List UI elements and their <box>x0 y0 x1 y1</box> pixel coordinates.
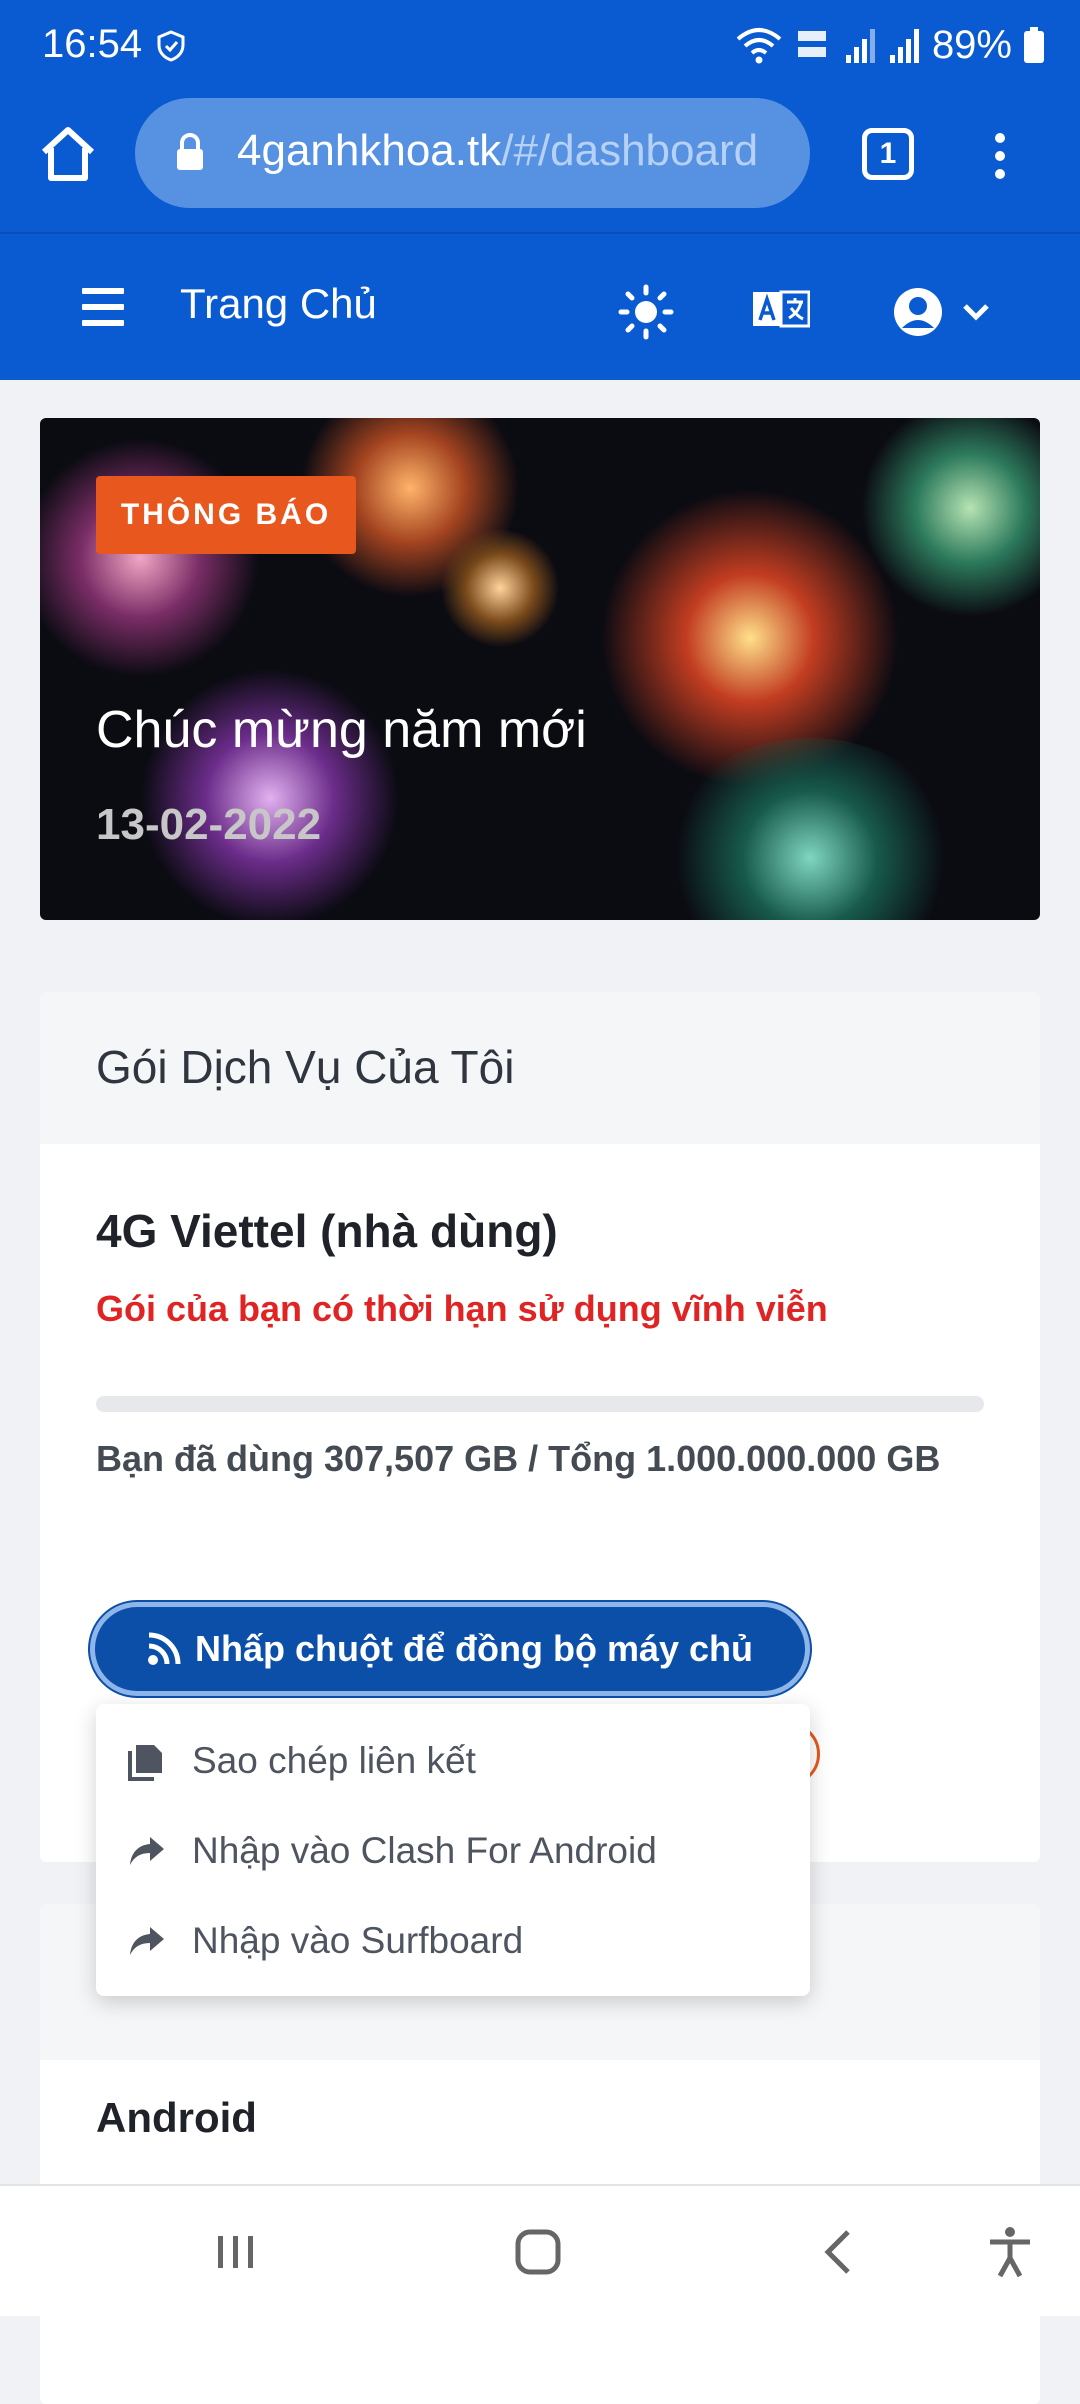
page-title: Trang Chủ <box>180 280 377 327</box>
recent-apps-icon[interactable] <box>206 2222 266 2282</box>
dropdown-item-copy-link[interactable]: Sao chép liên kết <box>96 1716 810 1806</box>
battery-icon <box>1024 27 1044 63</box>
home-icon[interactable] <box>36 122 100 186</box>
notice-title: Chúc mừng năm mới <box>96 701 587 759</box>
copy-icon <box>128 1745 162 1781</box>
user-avatar-icon <box>894 288 942 336</box>
sync-dropdown-menu: Sao chép liên kết Nhập vào Clash For And… <box>96 1704 810 1996</box>
status-time: 16:54 <box>42 22 143 66</box>
volte-icon <box>797 31 826 57</box>
address-bar[interactable]: 4ganhkhoa.tk/#/dashboard <box>135 98 810 208</box>
service-card-heading: Gói Dịch Vụ Của Tôi <box>40 992 1040 1144</box>
tabs-button[interactable]: 1 <box>862 128 914 180</box>
back-icon[interactable] <box>810 2222 870 2282</box>
home-nav-icon[interactable] <box>508 2222 568 2282</box>
usage-progress-bar <box>96 1396 984 1412</box>
hamburger-menu-icon[interactable] <box>82 288 124 326</box>
share-icon <box>130 1927 164 1955</box>
battery-percent: 89% <box>931 22 1012 67</box>
notice-badge: THÔNG BÁO <box>96 476 356 554</box>
dropdown-item-surfboard[interactable]: Nhập vào Surfboard <box>96 1896 810 1986</box>
plan-name: 4G Viettel (nhà dùng) <box>96 1205 558 1257</box>
wifi-icon <box>736 28 782 64</box>
dropdown-item-clash[interactable]: Nhập vào Clash For Android <box>96 1806 810 1896</box>
signal-icon <box>845 29 875 63</box>
share-icon <box>130 1837 164 1865</box>
lock-icon <box>177 133 203 170</box>
accessibility-icon[interactable] <box>980 2222 1040 2282</box>
user-menu[interactable] <box>890 284 994 340</box>
rss-icon <box>148 1632 181 1665</box>
sync-server-button[interactable]: Nhấp chuột để đồng bộ máy chủ <box>90 1602 810 1696</box>
usage-text: Bạn đã dùng 307,507 GB / Tổng 1.000.000.… <box>96 1438 941 1479</box>
status-bar: 16:54 89% <box>0 0 1080 92</box>
url-text: 4ganhkhoa.tk/#/dashboard <box>237 126 759 175</box>
plan-validity: Gói của bạn có thời hạn sử dụng vĩnh viễ… <box>96 1288 828 1329</box>
notice-banner[interactable]: THÔNG BÁO Chúc mừng năm mới 13-02-2022 <box>40 418 1040 920</box>
translate-icon[interactable] <box>752 290 810 328</box>
chevron-down-icon <box>963 304 989 321</box>
dropdown-item-label: Nhập vào Clash For Android <box>192 1830 657 1871</box>
dropdown-item-label: Nhập vào Surfboard <box>192 1920 524 1961</box>
system-nav-bar <box>0 2184 1080 2316</box>
sun-icon[interactable] <box>618 284 674 340</box>
browser-toolbar: 4ganhkhoa.tk/#/dashboard 1 <box>0 92 1080 232</box>
shield-icon <box>157 30 185 62</box>
notice-date: 13-02-2022 <box>96 800 322 849</box>
sync-button-label: Nhấp chuột để đồng bộ máy chủ <box>195 1628 753 1669</box>
dropdown-item-label: Sao chép liên kết <box>192 1740 476 1781</box>
app-header: Trang Chủ <box>0 232 1080 380</box>
platform-android: Android <box>96 2094 257 2141</box>
more-menu-icon[interactable] <box>984 128 1016 188</box>
signal-icon <box>889 29 919 63</box>
